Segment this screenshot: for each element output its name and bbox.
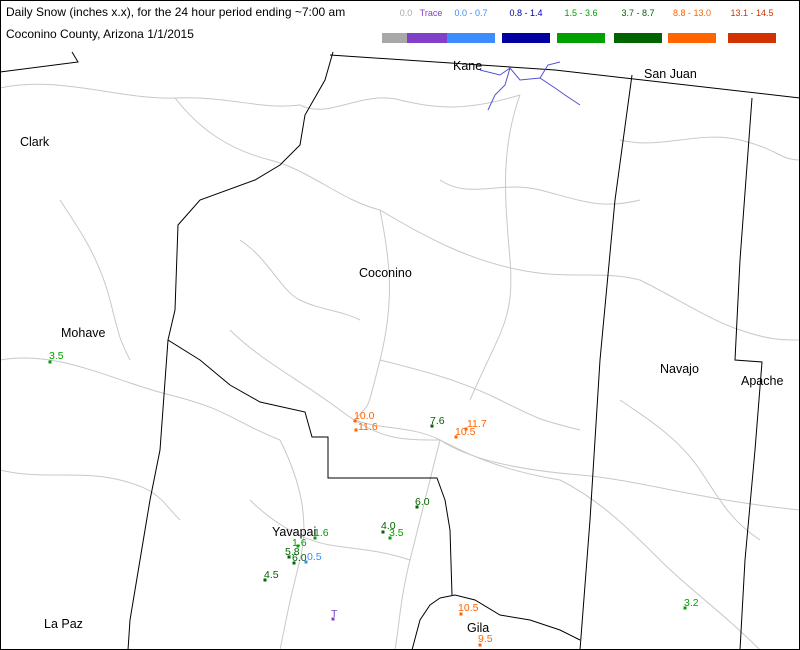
county-label-apache: Apache [741,374,783,388]
legend-swatch [502,33,550,43]
station-layer: 3.510.011.6 7.6 11.710.56.04.03.51.61.65.8… [48,350,699,647]
station-value-label: 0.5 [307,551,322,563]
county-label-clark: Clark [20,135,50,149]
county-labels: Kane San Juan Clark Coconino Mohave Nava… [20,59,783,635]
legend-item: 8.8 - 13.0 [666,8,718,44]
station-value-label: 3.5 [389,527,404,539]
legend-item: 0.8 - 1.4 [500,8,552,44]
station-value-label: 7.6 [430,415,445,427]
map-subtitle: Coconino County, Arizona 1/1/2015 [6,27,194,41]
station-value-label: 10.5 [458,602,479,614]
county-boundaries [0,51,800,650]
station-value-label: 1.6 [314,527,329,539]
legend-label: 8.8 - 13.0 [672,8,712,18]
legend-swatch [668,33,716,43]
legend-swatch [728,33,776,43]
legend-swatch [447,33,495,43]
station-value-label: 9.5 [478,633,493,645]
map-canvas: Kane San Juan Clark Coconino Mohave Nava… [0,51,800,650]
lake-powell [479,61,581,111]
county-label-coconino: Coconino [359,266,412,280]
county-label-la-paz: La Paz [44,617,83,631]
legend-item: 1.5 - 3.6 [555,8,607,44]
legend-swatch [557,33,605,43]
map-title: Daily Snow (inches x.x), for the 24 hour… [6,5,346,19]
legend: 0.0 Trace 0.0 - 0.7 0.8 - 1.4 1.5 - 3.6 3.7 -… [380,8,800,44]
legend-label: 3.7 - 8.7 [621,8,655,18]
station-value-label: 10.5 [455,426,476,438]
station-value-label: 4.5 [264,569,279,581]
legend-label: 0.8 - 1.4 [509,8,543,18]
station-value-label: 11.6 [358,421,378,433]
station-value-label: T [331,608,338,620]
legend-item: 3.7 - 8.7 [612,8,664,44]
legend-label: 0.0 - 0.7 [454,8,488,18]
county-label-kane: Kane [453,59,482,73]
legend-label: 1.5 - 3.6 [564,8,598,18]
map-header: Daily Snow (inches x.x), for the 24 hour… [0,0,800,50]
snow-map-view: Kane San Juan Clark Coconino Mohave Nava… [0,0,800,650]
station-value-label: 6.0 [415,496,430,508]
station-value-label: 3.2 [684,597,699,609]
county-label-navajo: Navajo [660,362,699,376]
county-label-san-juan: San Juan [644,67,697,81]
legend-item: 0.0 - 0.7 [445,8,497,44]
legend-label: 13.1 - 14.5 [730,8,774,18]
legend-item: 13.1 - 14.5 [726,8,778,44]
county-label-mohave: Mohave [61,326,106,340]
station-value-label: 3.5 [49,350,64,362]
legend-swatch [614,33,662,43]
